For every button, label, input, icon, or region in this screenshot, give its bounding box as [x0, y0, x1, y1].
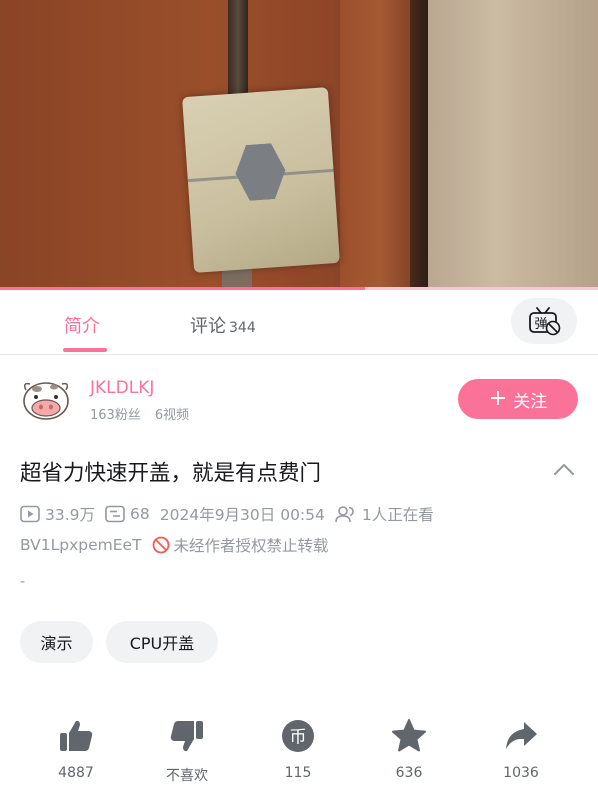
video-hinge-plate [182, 87, 340, 273]
publish-date-value: 2024年9月30日 00:54 [159, 506, 325, 524]
tag-chip[interactable]: 演示 [20, 621, 93, 663]
plus-icon: + [488, 386, 508, 411]
dislike-label: 不喜欢 [166, 768, 208, 784]
video-title: 超省力快速开盖，就是有点费门 [20, 461, 322, 486]
thumbs-down-icon [170, 721, 203, 752]
danmaku-toggle-button[interactable]: 弹 [511, 298, 577, 344]
uploader-stats: 163粉丝 6视频 [90, 404, 189, 423]
view-count: 33.9万 [20, 503, 95, 525]
tab-active-indicator [63, 348, 107, 352]
video-hinge-hole [234, 142, 288, 201]
uploader-avatar[interactable] [20, 376, 72, 422]
coin-button[interactable]: 币 115 [248, 716, 348, 781]
dislike-button[interactable]: 不喜欢 [137, 716, 237, 785]
chevron-up-icon[interactable] [553, 462, 575, 476]
tab-comments[interactable]: 评论 344 [190, 312, 256, 338]
watching-now: 1人正在看 [335, 503, 434, 525]
like-count: 4887 [58, 765, 94, 781]
play-count-icon [20, 505, 40, 523]
tab-intro[interactable]: 简介 [64, 312, 100, 338]
coin-glyph: 币 [290, 728, 307, 748]
tab-comments-count: 344 [229, 320, 256, 336]
share-button[interactable]: 1036 [471, 716, 571, 781]
video-description: - [20, 574, 26, 590]
no-repost-text: 未经作者授权禁止转载 [173, 537, 329, 555]
bvid[interactable]: BV1LpxpemEeT [20, 536, 142, 554]
follow-label: 关注 [513, 391, 548, 412]
star-icon [392, 719, 426, 752]
uploader-video-count: 6视频 [154, 408, 190, 423]
thumbs-up-icon [60, 720, 93, 751]
favorite-button[interactable]: 636 [359, 716, 459, 781]
danmaku-count: 68 [105, 505, 150, 523]
share-count: 1036 [503, 765, 539, 781]
video-meta-row: 33.9万 68 2024年9月30日 00:54 1人正在看 [20, 503, 444, 525]
danmaku-glyph: 弹 [534, 317, 547, 332]
coin-icon: 币 [282, 720, 314, 752]
danmaku-off-icon: 弹 [529, 307, 561, 336]
uploader-fans: 163粉丝 [90, 408, 141, 423]
video-door-frame [340, 0, 420, 290]
tab-comments-label: 评论 [190, 316, 226, 337]
favorite-count: 636 [395, 765, 423, 781]
danmaku-count-value: 68 [130, 505, 150, 523]
share-icon [506, 722, 537, 749]
tab-bar: 简介 评论 344 弹 [0, 290, 598, 355]
watching-now-value: 1人正在看 [361, 506, 434, 524]
coin-count: 115 [284, 765, 312, 781]
cow-avatar-icon [23, 382, 69, 420]
publish-date: 2024年9月30日 00:54 [160, 503, 325, 525]
follow-button[interactable]: + 关注 [458, 379, 578, 419]
uploader-name[interactable]: JKLDLKJ [90, 378, 154, 398]
people-icon [335, 506, 354, 523]
tag-chip[interactable]: CPU开盖 [106, 621, 218, 663]
danmaku-count-icon [105, 505, 125, 523]
video-frame-shadow [410, 0, 428, 290]
no-repost-notice: 未经作者授权禁止转载 [152, 534, 329, 556]
prohibited-icon [152, 536, 169, 554]
video-wall [428, 0, 598, 290]
video-id-row: BV1LpxpemEeT 未经作者授权禁止转载 [20, 534, 329, 556]
video-player[interactable] [0, 0, 598, 290]
like-button[interactable]: 4887 [26, 716, 126, 781]
view-count-value: 33.9万 [45, 506, 96, 524]
